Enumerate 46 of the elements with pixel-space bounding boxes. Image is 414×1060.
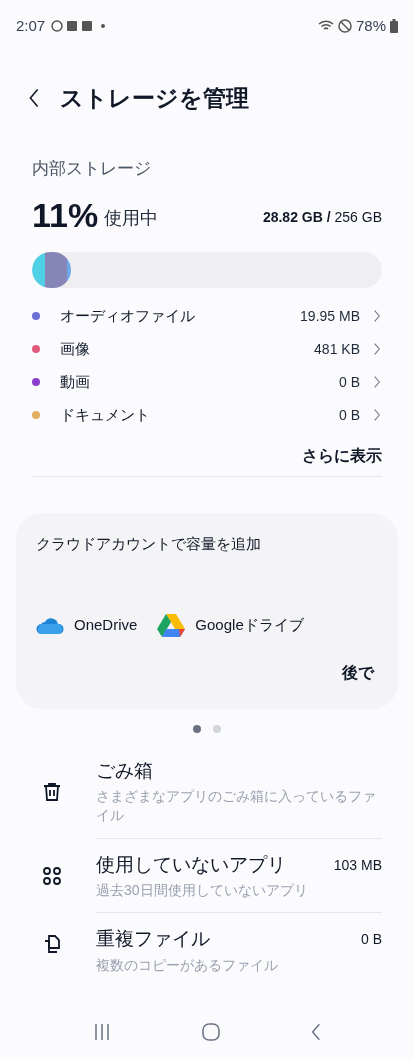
back-nav-icon xyxy=(309,1022,322,1042)
tool-title: 使用していないアプリ xyxy=(96,852,287,877)
category-size: 0 B xyxy=(339,372,360,392)
cloud-service-link[interactable]: Googleドライブ xyxy=(157,613,304,637)
category-row[interactable]: 動画 0 B xyxy=(32,365,382,399)
tool-subtitle: 複数のコピーがあるファイル xyxy=(96,955,279,975)
triangle-logo-icon xyxy=(157,613,186,637)
tool-subtitle: 過去30日間使用していないアプリ xyxy=(96,881,309,900)
cloud-service-link[interactable]: OneDrive xyxy=(36,613,138,637)
usage-label: 使用中 xyxy=(104,206,159,230)
chevron-icon xyxy=(372,342,382,356)
category-name: 画像 xyxy=(60,338,90,359)
category-row[interactable]: 画像 481 KB xyxy=(32,332,382,366)
later-button[interactable]: 後で xyxy=(342,661,374,685)
tool-title: ごみ箱 xyxy=(96,758,154,783)
category-size: 481 KB xyxy=(314,339,360,359)
status-icons xyxy=(51,20,108,32)
category-row[interactable]: オーディオファイル 19.95 MB xyxy=(32,299,382,333)
usage-percent: 11% xyxy=(32,197,99,232)
tool-row[interactable]: ごみ箱 さまざまなアプリのごみ箱に入っているファイル xyxy=(0,744,414,839)
usage-amount: 28.82 GB / 256 GB xyxy=(262,207,382,227)
block-icon xyxy=(337,19,352,33)
tool-row[interactable]: 重複ファイル 複数のコピーがあるファイル 0 B xyxy=(0,913,414,975)
tool-size: 103 MB xyxy=(333,855,382,875)
status-time: 2:07 xyxy=(16,15,46,36)
category-size: 19.95 MB xyxy=(300,306,360,326)
category-name: ドキュメント xyxy=(60,404,150,425)
chevron-icon xyxy=(372,375,382,389)
category-name: オーディオファイル xyxy=(60,305,195,326)
battery-icon xyxy=(390,19,398,33)
tool-title: 重複ファイル xyxy=(96,927,211,952)
chevron-icon xyxy=(372,309,382,323)
category-row[interactable]: ドキュメント 0 B xyxy=(32,398,382,432)
page-title: ストレージを管理 xyxy=(60,83,249,113)
card-title: クラウドアカウントで容量を追加 xyxy=(36,533,262,554)
cloud-icon xyxy=(36,615,64,635)
category-name: 動画 xyxy=(60,371,90,392)
category-size: 0 B xyxy=(339,405,360,425)
tool-size: 0 B xyxy=(361,930,382,950)
home-icon[interactable] xyxy=(201,1022,221,1042)
battery-percent: 78% xyxy=(355,15,386,36)
chevron-icon xyxy=(372,408,382,422)
show-more-button[interactable]: さらに表示 xyxy=(302,443,382,468)
section-label: 内部ストレージ xyxy=(32,158,152,180)
tool-subtitle: さまざまなアプリのごみ箱に入っているファイル xyxy=(96,787,377,826)
tool-row[interactable]: 使用していないアプリ 過去30日間使用していないアプリ 103 MB xyxy=(0,838,414,914)
